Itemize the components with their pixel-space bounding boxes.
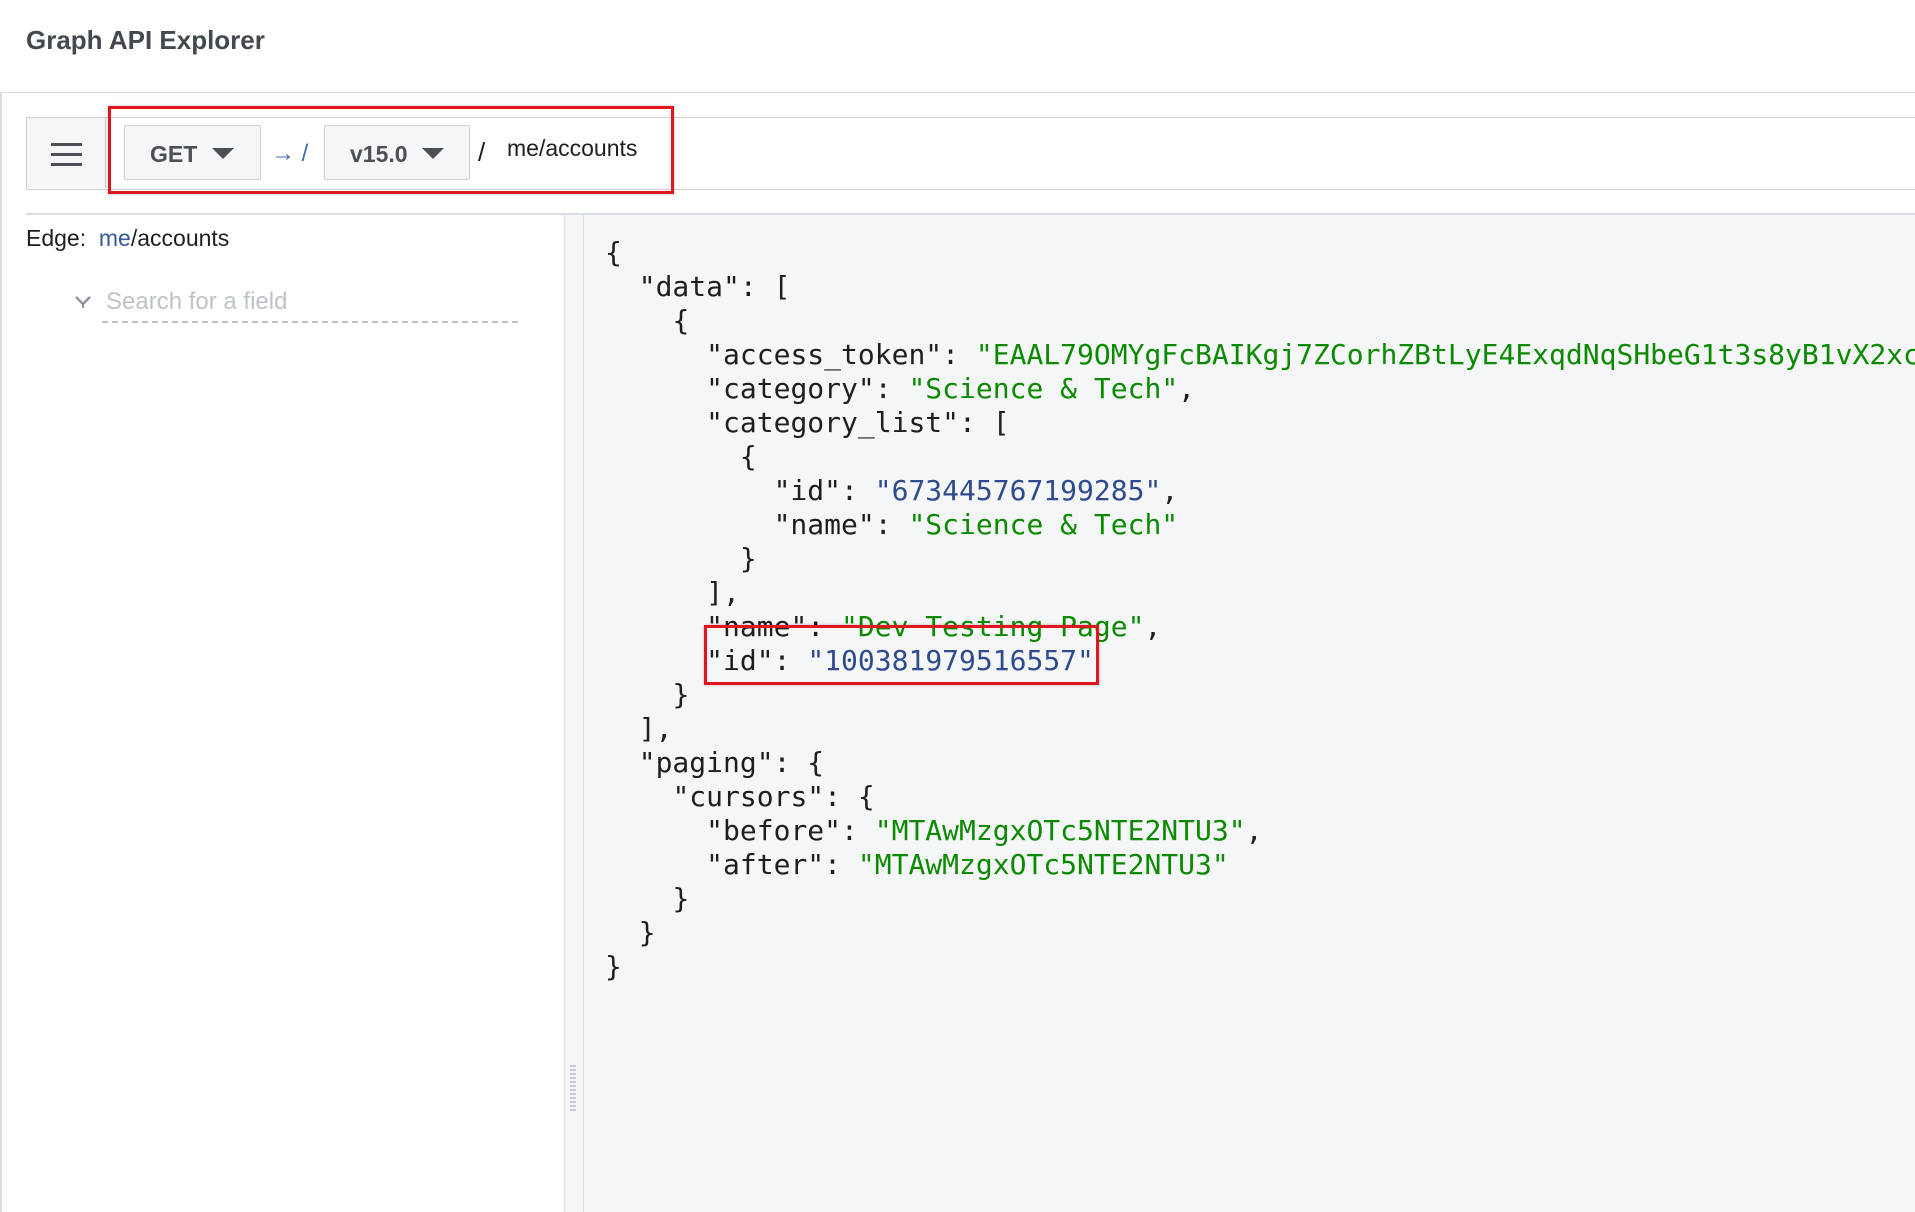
response-pane: { "data": [ { "access_token": "EAAL79OMY… [584,215,1915,1212]
search-chevron-icon [75,296,91,308]
edge-label: Edge: [26,225,87,251]
json-token: "category_list": [ [706,406,1010,439]
field-search-input[interactable] [102,283,518,323]
app-title: Graph API Explorer [26,25,265,55]
json-token: "cursors": { [672,780,875,813]
access-token-value: "EAAL79OMYgFcBAIKgj7ZCorhZBtLyE4ExqdNqSH… [975,338,1915,371]
json-token: "after": [706,848,858,881]
json-token: { [605,236,622,269]
json-token: "Science & Tech" [908,508,1179,541]
json-response: { "data": [ { "access_token": "EAAL79OMY… [605,236,1915,984]
json-token: "MTAwMzgxOTc5NTE2NTU3" [857,848,1229,881]
query-highlight-box [108,106,674,194]
json-token: "access_token": [706,338,976,371]
json-token: } [605,950,622,983]
window-left-border [0,0,2,1212]
json-token: ], [638,712,673,745]
json-token: "category": [706,372,909,405]
edge-path-rest: /accounts [130,225,230,251]
menu-button[interactable] [27,118,106,188]
pane-splitter[interactable] [564,215,584,1212]
json-token: ], [706,576,740,609]
title-bar [0,0,1915,93]
json-token: "id": [773,474,875,507]
json-token: "before": [706,814,875,847]
json-token: } [672,678,690,711]
edge-link-me[interactable]: me [99,225,131,251]
json-token: "name": [773,508,909,541]
json-token: { [672,304,690,337]
json-token: "data": [ [638,270,791,303]
json-token: "MTAwMzgxOTc5NTE2NTU3" [874,814,1246,847]
json-token: "Science & Tech" [908,372,1179,405]
json-token: "paging": { [638,746,825,779]
json-token: } [672,882,690,915]
id-highlight-box [704,625,1099,685]
json-token: } [638,916,656,949]
splitter-grip-icon[interactable] [570,1065,576,1113]
json-token: } [739,542,757,575]
json-token: { [739,440,757,473]
edge-row: Edge: me/accounts [26,225,229,252]
json-token: "673445767199285" [874,474,1162,507]
